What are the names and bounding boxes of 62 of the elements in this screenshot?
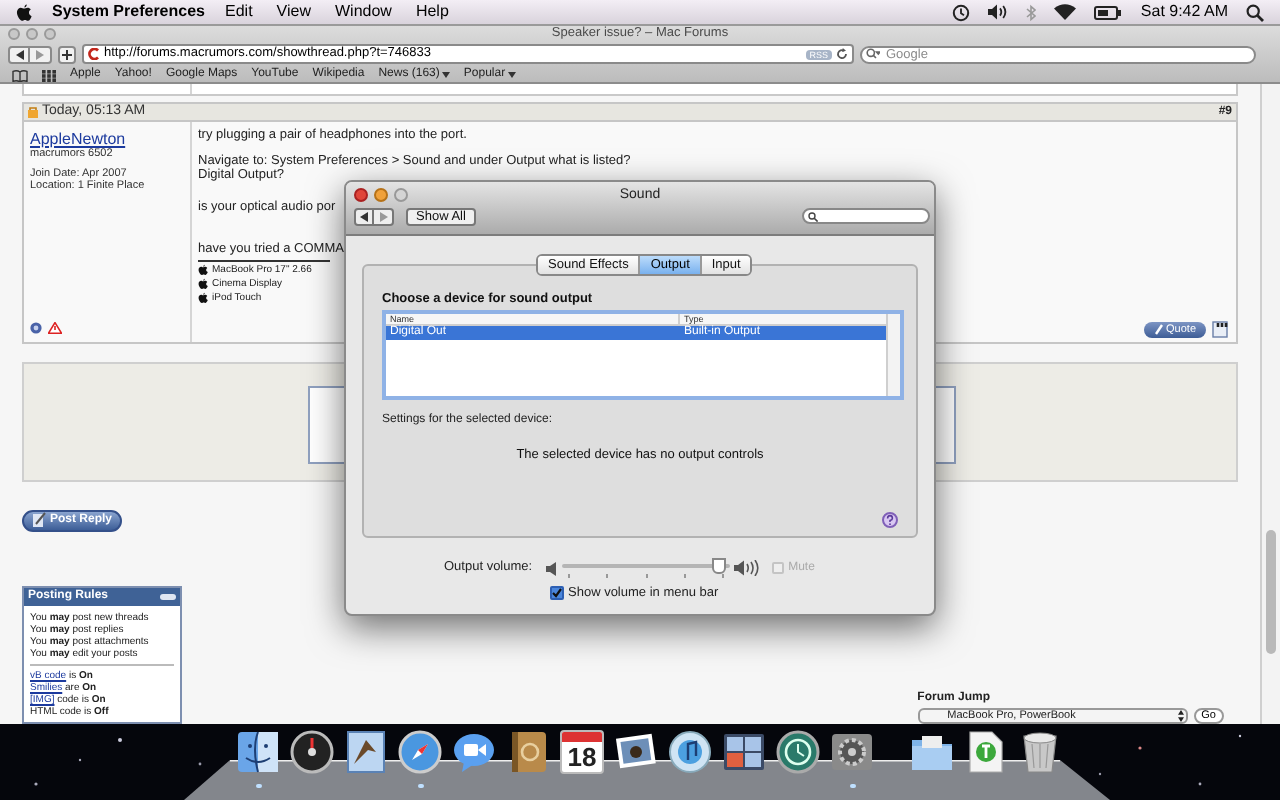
add-bookmark-button[interactable] [58,45,76,63]
gear-icon[interactable] [830,730,874,774]
back-button[interactable] [8,45,30,63]
author-link[interactable]: AppleNewton [30,130,184,148]
face-icon[interactable] [236,730,280,774]
app-menu[interactable]: System Preferences [52,0,205,24]
document-icon[interactable] [964,730,1008,774]
book-icon[interactable] [506,730,550,774]
search-field[interactable] [802,208,930,224]
left-arrow-icon [360,212,368,222]
pencil-icon [1154,323,1165,335]
menu-item[interactable]: Help [415,0,449,24]
search-icon[interactable] [1246,3,1264,21]
back-button[interactable] [354,208,374,226]
site-icon [88,48,100,60]
stamp-icon[interactable] [344,730,388,774]
scrollbar[interactable] [1260,84,1280,724]
gauge-icon[interactable] [290,730,334,774]
close-button[interactable] [354,188,368,202]
menu-item[interactable]: View [276,0,311,24]
online-status-icon [30,322,42,334]
trash-icon[interactable] [1018,730,1062,774]
chat-bubble-icon[interactable] [452,730,496,774]
pencil-icon [32,512,46,528]
forward-button[interactable] [374,208,394,226]
grid-icon[interactable] [42,69,56,81]
search-icon [808,211,818,221]
slider-thumb[interactable] [712,558,727,574]
clock-icon[interactable] [776,730,820,774]
multiquote-icon[interactable] [1212,320,1230,338]
compass-icon[interactable] [398,730,442,774]
calendar-icon[interactable]: 18 [560,730,604,774]
caret-icon [441,72,450,78]
report-icon[interactable] [48,322,62,334]
left-arrow-icon [15,49,23,59]
battery-icon[interactable] [1094,5,1123,19]
minimize-button[interactable] [374,188,388,202]
volume-icon[interactable] [988,4,1009,20]
music-disc-icon[interactable] [668,730,712,774]
menu-clock[interactable]: Sat 9:42 AM [1140,0,1228,24]
caret-icon [507,72,516,78]
clock-icon[interactable] [952,3,971,21]
folder-icon[interactable] [910,730,954,774]
stepper-icon [1177,710,1184,722]
menu-item[interactable]: Edit [225,0,253,24]
right-arrow-icon [379,212,387,222]
help-button[interactable] [882,512,898,528]
book-icon[interactable] [12,69,28,81]
reload-icon[interactable] [836,48,848,60]
show-volume-checkbox[interactable] [550,586,564,601]
right-arrow-icon [36,49,44,59]
apple-icon[interactable] [16,3,32,21]
photo-icon[interactable] [614,730,658,774]
loud-speaker-icon [734,560,761,576]
collapse-icon[interactable] [160,594,176,600]
plus-icon [62,49,72,59]
menu-item[interactable]: Window [335,0,392,24]
speaker-icon [546,561,557,575]
volume-slider[interactable] [562,558,731,578]
wifi-icon[interactable] [1054,4,1077,20]
post-icon [28,106,38,118]
grid-icon[interactable] [722,730,766,774]
